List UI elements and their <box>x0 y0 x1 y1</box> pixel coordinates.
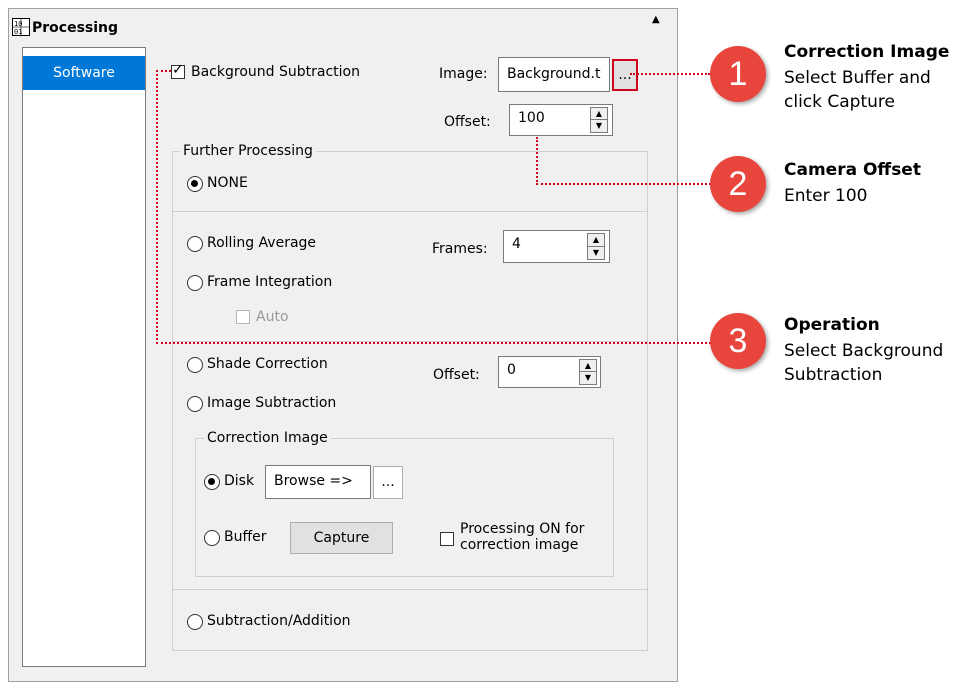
callout-2-title: Camera Offset <box>784 160 921 180</box>
subtraction-addition-label: Subtraction/Addition <box>207 613 351 629</box>
radio-subtraction-addition[interactable] <box>187 614 203 630</box>
radio-disk[interactable] <box>204 474 220 490</box>
image-field[interactable]: Background.t <box>498 57 610 92</box>
spin-up-icon[interactable]: ▲ <box>588 234 604 247</box>
frames-spinner[interactable]: ▲ ▼ <box>587 233 605 260</box>
sidebar <box>22 47 146 667</box>
callout-3-line2: Subtraction <box>784 365 883 385</box>
callout-2-line1: Enter 100 <box>784 186 868 206</box>
radio-frame-integration[interactable] <box>187 275 203 291</box>
radio-buffer[interactable] <box>204 530 220 546</box>
offset-spinner[interactable]: ▲ ▼ <box>590 107 608 133</box>
further-processing-title: Further Processing <box>180 143 316 159</box>
background-subtraction-checkbox[interactable]: ✓ <box>171 62 185 79</box>
callout-1-line2: click Capture <box>784 92 895 112</box>
frame-integration-label: Frame Integration <box>207 274 333 290</box>
correction-image-group <box>195 438 614 577</box>
spin-up-icon[interactable]: ▲ <box>591 108 607 120</box>
callout-line-1 <box>630 73 710 75</box>
panel-title: Processing <box>32 20 119 36</box>
divider <box>173 211 647 212</box>
callout-1-title: Correction Image <box>784 42 950 62</box>
disk-path-field[interactable]: Browse => <box>265 465 371 499</box>
none-label: NONE <box>207 175 248 191</box>
shade-correction-label: Shade Correction <box>207 356 328 372</box>
grid-icon: 10 01 <box>12 18 30 36</box>
background-subtraction-label: Background Subtraction <box>191 64 360 80</box>
callout-badge-3: 3 <box>710 313 766 369</box>
disk-browse-button[interactable]: ... <box>373 466 403 499</box>
buffer-label: Buffer <box>224 529 267 545</box>
radio-image-subtraction[interactable] <box>187 396 203 412</box>
shade-offset-label: Offset: <box>433 367 480 383</box>
radio-shade-correction[interactable] <box>187 357 203 373</box>
image-label: Image: <box>439 66 488 82</box>
radio-none[interactable] <box>187 176 203 192</box>
callout-line-2-vertical <box>536 137 538 185</box>
callout-line-3-vertical <box>156 70 158 344</box>
collapse-icon[interactable]: ▲ <box>652 14 660 25</box>
processing-on-label: Processing ON for correction image <box>460 521 584 553</box>
shade-offset-spinner[interactable]: ▲ ▼ <box>579 359 597 385</box>
processing-on-line1: Processing ON for <box>460 521 585 537</box>
callout-3-title: Operation <box>784 315 880 335</box>
spin-down-icon[interactable]: ▼ <box>580 372 596 384</box>
callout-line-2-horizontal <box>536 183 711 185</box>
divider <box>173 589 647 590</box>
rolling-average-label: Rolling Average <box>207 235 317 251</box>
processing-on-line2: correction image <box>460 537 579 553</box>
radio-rolling-average[interactable] <box>187 236 203 252</box>
callout-line-3-top <box>156 70 171 72</box>
correction-image-title: Correction Image <box>204 430 331 446</box>
checkmark-icon: ✓ <box>172 62 184 78</box>
auto-checkbox[interactable] <box>236 310 250 324</box>
capture-button[interactable]: Capture <box>290 522 393 554</box>
callout-badge-1: 1 <box>710 46 766 102</box>
callout-badge-2: 2 <box>710 156 766 212</box>
spin-down-icon[interactable]: ▼ <box>588 247 604 260</box>
callout-1-line1: Select Buffer and <box>784 68 931 88</box>
spin-down-icon[interactable]: ▼ <box>591 120 607 132</box>
callout-3-line1: Select Background <box>784 341 944 361</box>
processing-on-checkbox[interactable] <box>440 532 454 546</box>
spin-up-icon[interactable]: ▲ <box>580 360 596 372</box>
offset-label: Offset: <box>444 114 491 130</box>
sidebar-item-software[interactable]: Software <box>23 56 145 90</box>
callout-line-3-horizontal <box>156 342 711 344</box>
frames-label: Frames: <box>432 241 488 257</box>
disk-label: Disk <box>224 473 255 489</box>
image-subtraction-label: Image Subtraction <box>207 395 337 411</box>
image-browse-button[interactable]: ... <box>612 59 638 91</box>
auto-label: Auto <box>256 309 289 325</box>
